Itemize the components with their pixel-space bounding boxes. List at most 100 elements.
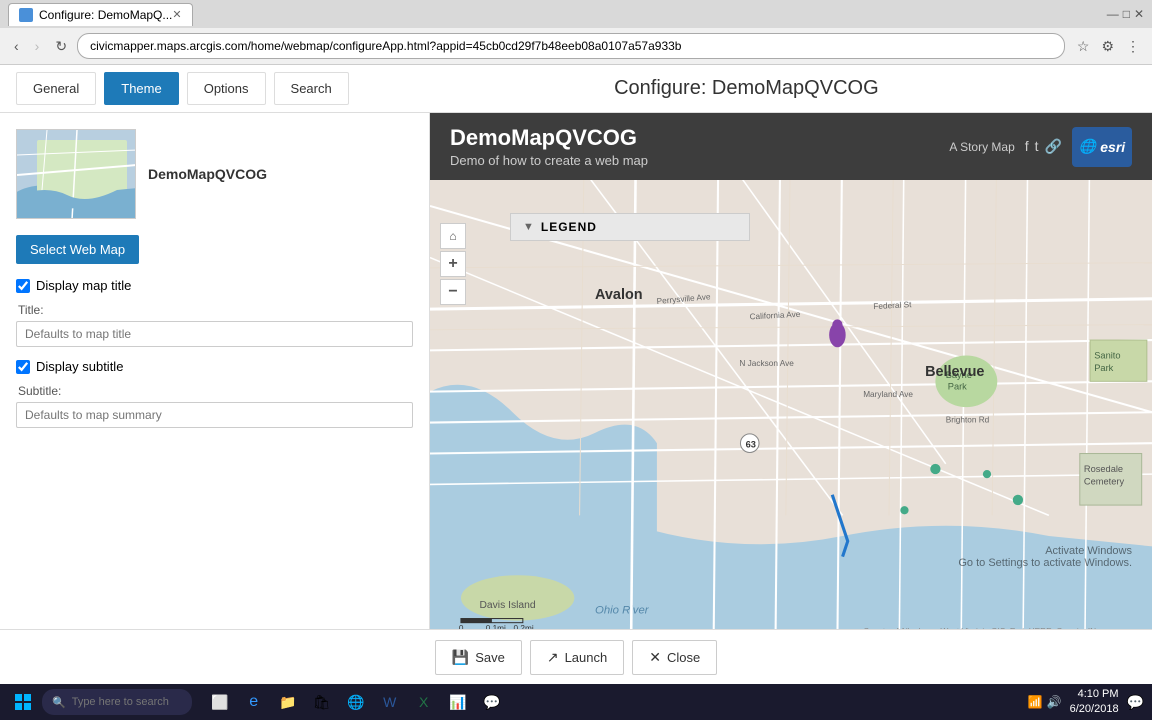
tab-theme[interactable]: Theme: [104, 72, 178, 105]
start-btn[interactable]: [8, 688, 38, 716]
taskbar-right: 📶 🔊 4:10 PM 6/20/2018 💬: [1028, 687, 1144, 718]
zoom-home-btn[interactable]: ⌂: [440, 223, 466, 249]
close-btn[interactable]: ✕: [1134, 7, 1144, 21]
taskbar-search-box[interactable]: 🔍: [42, 689, 192, 715]
taskbar-time: 4:10 PM 6/20/2018: [1070, 687, 1119, 718]
svg-text:0.1mi: 0.1mi: [486, 624, 506, 629]
taskbar-app9-btn[interactable]: 📊: [442, 686, 474, 718]
close-button[interactable]: ✕ Close: [632, 640, 717, 675]
display-map-title-row: Display map title: [16, 278, 413, 293]
map-canvas: Ohio River Davis Island: [430, 113, 1152, 629]
page-title: Configure: DemoMapQVCOG: [357, 77, 1136, 100]
thumbnail-svg: [17, 130, 136, 219]
nav-bar: ‹ › ↻ civicmapper.maps.arcgis.com/home/w…: [0, 28, 1152, 64]
tab-favicon: [19, 8, 33, 22]
close-icon: ✕: [649, 649, 661, 666]
tab-general[interactable]: General: [16, 72, 96, 105]
title-input[interactable]: [16, 321, 413, 347]
display-title-label: Display map title: [36, 278, 131, 293]
menu-btn[interactable]: ⋮: [1122, 36, 1144, 57]
map-app-title: DemoMapQVCOG: [450, 125, 648, 151]
display-subtitle-checkbox[interactable]: [16, 360, 30, 374]
taskbar-sys-icons: 📶 🔊: [1028, 695, 1062, 709]
map-preview-row: DemoMapQVCOG: [16, 129, 413, 219]
link-icon[interactable]: 🔗: [1045, 138, 1062, 155]
facebook-icon[interactable]: f: [1025, 138, 1029, 155]
launch-icon: ↗: [547, 649, 559, 666]
zoom-in-btn[interactable]: +: [440, 251, 466, 277]
svg-text:Avalon: Avalon: [595, 287, 643, 303]
subtitle-input[interactable]: [16, 402, 413, 428]
url-bar[interactable]: civicmapper.maps.arcgis.com/home/webmap/…: [77, 33, 1065, 59]
map-thumbnail: [16, 129, 136, 219]
social-icons: f t 🔗: [1025, 138, 1062, 155]
save-button[interactable]: 💾 Save: [435, 640, 522, 675]
windows-icon: [15, 694, 31, 710]
app-header: General Theme Options Search Configure: …: [0, 65, 1152, 113]
tab-title: Configure: DemoMapQ...: [39, 8, 172, 22]
search-icon: 🔍: [52, 696, 66, 709]
svg-text:Cemetery: Cemetery: [1084, 476, 1125, 486]
svg-text:N Jackson Ave: N Jackson Ave: [739, 359, 794, 368]
back-btn[interactable]: ‹: [8, 34, 25, 58]
extensions-btn[interactable]: ⚙: [1097, 36, 1118, 57]
legend-label: LEGEND: [541, 220, 597, 234]
map-header: DemoMapQVCOG Demo of how to create a web…: [430, 113, 1152, 180]
forward-btn[interactable]: ›: [29, 34, 46, 58]
subtitle-field-label: Subtitle:: [18, 384, 413, 398]
legend-panel: ▼ LEGEND: [510, 213, 750, 241]
legend-header[interactable]: ▼ LEGEND: [511, 214, 749, 240]
tab-close-btn[interactable]: ✕: [172, 8, 181, 21]
esri-logo: 🌐 esri: [1072, 127, 1132, 167]
map-app-subtitle: Demo of how to create a web map: [450, 153, 648, 168]
map-name: DemoMapQVCOG: [148, 166, 267, 182]
taskbar-app10-btn[interactable]: 💬: [476, 686, 508, 718]
taskbar-chrome-btn[interactable]: 🌐: [340, 686, 372, 718]
reload-btn[interactable]: ↻: [49, 34, 73, 59]
svg-text:0.2mi: 0.2mi: [514, 624, 534, 629]
map-svg: Ohio River Davis Island: [430, 113, 1152, 629]
title-field-label: Title:: [18, 303, 413, 317]
main-layout: DemoMapQVCOG Select Web Map Display map …: [0, 113, 1152, 629]
browser-tab[interactable]: Configure: DemoMapQ... ✕: [8, 3, 193, 26]
map-header-left: DemoMapQVCOG Demo of how to create a web…: [450, 125, 648, 168]
taskbar-excel-btn[interactable]: X: [408, 686, 440, 718]
taskbar-explorer-btn[interactable]: 📁: [272, 686, 304, 718]
taskbar-search-input[interactable]: [72, 696, 182, 708]
network-icon: 📶: [1028, 695, 1043, 709]
svg-text:0: 0: [459, 624, 464, 629]
taskbar-store-btn[interactable]: 🛍: [306, 686, 338, 718]
taskbar: 🔍 ⬜ e 📁 🛍 🌐 W X 📊 💬 📶 🔊 4:10 PM 6/20/201…: [0, 684, 1152, 720]
story-map-label: A Story Map: [949, 140, 1014, 154]
bookmark-btn[interactable]: ☆: [1073, 36, 1094, 57]
taskbar-cortana-btn[interactable]: ⬜: [204, 686, 236, 718]
svg-text:Sanito: Sanito: [1094, 351, 1120, 361]
notification-icon[interactable]: 💬: [1127, 694, 1144, 711]
volume-icon: 🔊: [1047, 695, 1062, 709]
svg-text:Brighton Rd: Brighton Rd: [946, 416, 990, 425]
svg-text:Park: Park: [948, 382, 967, 392]
svg-text:Davis Island: Davis Island: [480, 600, 536, 611]
select-web-map-btn[interactable]: Select Web Map: [16, 235, 139, 264]
tab-search[interactable]: Search: [274, 72, 349, 105]
svg-text:Park: Park: [1094, 363, 1113, 373]
display-subtitle-label: Display subtitle: [36, 359, 123, 374]
twitter-icon[interactable]: t: [1035, 138, 1039, 155]
bottom-toolbar: 💾 Save ↗ Launch ✕ Close: [0, 629, 1152, 685]
maximize-btn[interactable]: □: [1123, 7, 1130, 21]
launch-button[interactable]: ↗ Launch: [530, 640, 624, 675]
save-icon: 💾: [452, 649, 469, 666]
taskbar-apps: ⬜ e 📁 🛍 🌐 W X 📊 💬: [204, 686, 508, 718]
left-panel: DemoMapQVCOG Select Web Map Display map …: [0, 113, 430, 629]
minimize-btn[interactable]: —: [1107, 7, 1119, 21]
map-controls: ⌂ + −: [440, 223, 466, 307]
taskbar-word-btn[interactable]: W: [374, 686, 406, 718]
display-title-checkbox[interactable]: [16, 279, 30, 293]
tab-options[interactable]: Options: [187, 72, 266, 105]
svg-text:Rosedale: Rosedale: [1084, 464, 1123, 474]
esri-globe-icon: 🌐: [1079, 138, 1096, 155]
title-bar: Configure: DemoMapQ... ✕ — □ ✕: [0, 0, 1152, 28]
zoom-out-btn[interactable]: −: [440, 279, 466, 305]
taskbar-edge-btn[interactable]: e: [238, 686, 270, 718]
svg-text:Ohio River: Ohio River: [595, 604, 650, 616]
